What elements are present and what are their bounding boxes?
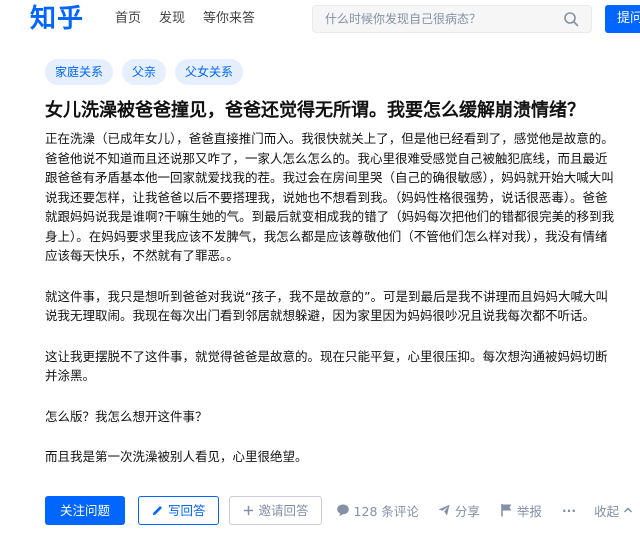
report-label: 举报 [516, 503, 542, 519]
question-action-bar: 关注问题 写回答 邀请回答 128 条评论 分享 举报 ··· 收起 [45, 495, 640, 525]
collapse-label: 收起 [594, 503, 620, 519]
comments-count: 128 条评论 [353, 503, 419, 519]
add-user-icon [243, 505, 253, 515]
topic-tag[interactable]: 父女关系 [175, 59, 244, 85]
share-button[interactable]: 分享 [437, 501, 480, 520]
write-answer-button[interactable]: 写回答 [138, 495, 219, 525]
nav-home[interactable]: 首页 [115, 0, 141, 40]
topic-tag[interactable]: 家庭关系 [45, 59, 114, 85]
detail-paragraph: 正在洗澡（已成年女儿），爸爸直接推门而入。我很快就关上了，但是他已经看到了，感觉… [45, 131, 615, 263]
detail-paragraph: 怎么版？我怎么想开这件事？ [45, 408, 208, 424]
question-card: 家庭关系 父亲 父女关系 女儿洗澡被爸爸撞见，爸爸还觉得无所谓。我要怎么缓解崩溃… [0, 40, 640, 535]
write-answer-label: 写回答 [168, 502, 206, 518]
comment-icon [336, 504, 349, 516]
follow-question-button[interactable]: 关注问题 [45, 495, 126, 525]
comments-button[interactable]: 128 条评论 [336, 501, 419, 520]
invite-answer-button[interactable]: 邀请回答 [228, 495, 322, 525]
flag-icon [501, 504, 512, 517]
chevron-up-icon [624, 507, 633, 513]
top-bar: 知乎 首页 发现 等你来答 提问 [0, 0, 640, 40]
nav-discover[interactable]: 发现 [159, 0, 185, 40]
detail-paragraph: 而且我是第一次洗澡被别人看见，心里很绝望。 [45, 449, 308, 464]
main-nav: 首页 发现 等你来答 [115, 0, 255, 40]
share-icon [438, 504, 450, 516]
detail-paragraph: 就这件事，我只是想听到爸爸对我说“孩子，我不是故意的”。可是到最后是我不讲理而且… [45, 288, 608, 324]
zhihu-logo[interactable]: 知乎 [30, 3, 84, 35]
search-icon[interactable] [563, 11, 579, 27]
topic-tags: 家庭关系 父亲 父女关系 [45, 59, 244, 85]
search-box [312, 5, 592, 33]
search-input[interactable] [313, 6, 553, 32]
question-detail: 正在洗澡（已成年女儿），爸爸直接推门而入。我很快就关上了，但是他已经看到了，感觉… [45, 129, 615, 488]
pencil-icon [152, 505, 162, 515]
share-label: 分享 [454, 503, 480, 519]
ask-question-button[interactable]: 提问 [605, 5, 640, 33]
nav-waiting-answers[interactable]: 等你来答 [203, 0, 255, 40]
collapse-button[interactable]: 收起 [594, 501, 633, 520]
report-button[interactable]: 举报 [500, 501, 542, 520]
question-title: 女儿洗澡被爸爸撞见，爸爸还觉得无所谓。我要怎么缓解崩溃情绪？ [45, 100, 585, 121]
invite-answer-label: 邀请回答 [258, 502, 309, 518]
topic-tag[interactable]: 父亲 [122, 59, 167, 85]
more-icon[interactable]: ··· [562, 503, 576, 518]
detail-paragraph: 这让我更摆脱不了这件事，就觉得爸爸是故意的。现在只能平复，心里很压抑。每次想沟通… [45, 348, 608, 384]
